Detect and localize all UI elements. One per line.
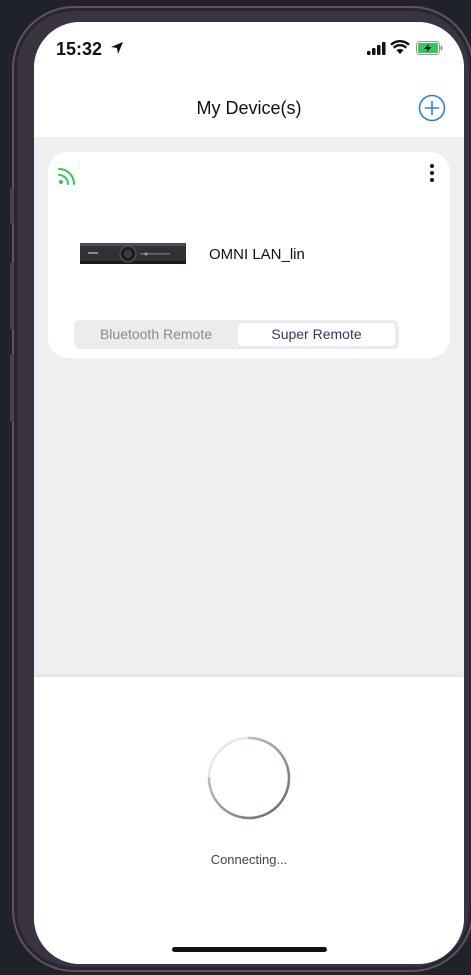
loading-spinner-icon: [207, 736, 291, 820]
app-screen: 15:32 My Device(s) OMNI LAN_lin Bluetoot…: [34, 22, 464, 964]
page-title: My Device(s): [196, 98, 302, 118]
device-card[interactable]: OMNI LAN_lin Bluetooth Remote Super Remo…: [48, 152, 450, 358]
tab-super-remote[interactable]: Super Remote: [238, 323, 395, 346]
plus-circle-icon[interactable]: [418, 94, 446, 122]
connecting-sheet: Connecting...: [34, 677, 464, 964]
home-indicator[interactable]: [172, 947, 327, 952]
signal-icon: [367, 42, 386, 55]
more-vertical-icon[interactable]: [424, 162, 440, 186]
mute-switch: [10, 188, 14, 224]
status-bar: 15:32: [34, 22, 464, 82]
volume-up-button: [10, 262, 14, 330]
tab-bluetooth-remote[interactable]: Bluetooth Remote: [78, 323, 234, 346]
remote-mode-segmented-control: Bluetooth Remote Super Remote: [74, 320, 399, 349]
clock-time: 15:32: [56, 39, 103, 59]
volume-down-button: [10, 354, 14, 422]
wifi-signal-icon: [58, 168, 75, 185]
location-arrow-icon: [111, 42, 123, 54]
device-image: [80, 243, 186, 264]
app-header: My Device(s): [34, 82, 464, 137]
wifi-icon: [390, 40, 410, 54]
device-name: OMNI LAN_lin: [209, 246, 305, 263]
connecting-status-text: Connecting...: [210, 852, 288, 867]
battery-charging-icon: [416, 41, 443, 55]
